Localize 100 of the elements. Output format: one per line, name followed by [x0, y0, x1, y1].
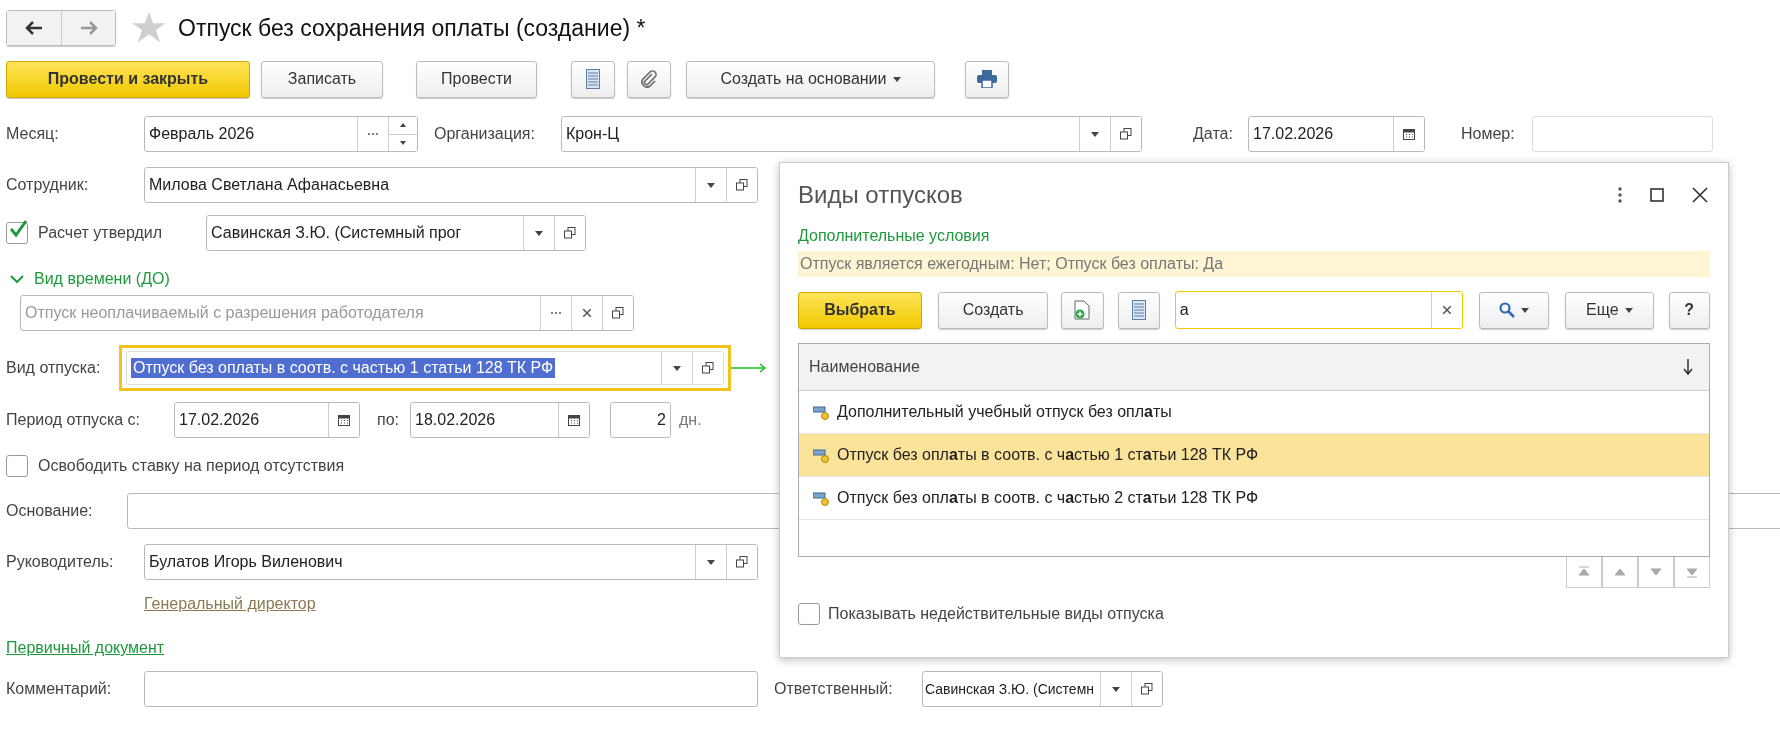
catalog-item-icon	[813, 490, 829, 506]
calendar-button[interactable]	[328, 403, 359, 437]
back-button[interactable]	[7, 11, 61, 45]
scroll-button[interactable]	[1674, 557, 1710, 588]
list-button[interactable]	[1117, 291, 1160, 329]
open-button[interactable]	[726, 545, 757, 579]
caret-icon	[1112, 686, 1120, 692]
placeholder-text: Отпуск неоплачиваемый с разрешения работодателя	[24, 303, 425, 323]
triangle-icon	[1578, 566, 1590, 578]
position-link[interactable]: Генеральный директор	[144, 595, 316, 613]
help-button[interactable]: ?	[1668, 291, 1710, 329]
arrow-left-icon	[25, 21, 43, 35]
search-field[interactable]: а	[1174, 291, 1463, 329]
caret-icon	[400, 140, 406, 145]
open-button[interactable]	[602, 296, 633, 330]
calendar-icon	[1403, 128, 1415, 140]
create-based-on-button[interactable]: Создать на основании	[686, 60, 935, 98]
close-icon	[583, 309, 591, 317]
calendar-button[interactable]	[558, 403, 589, 437]
month-field[interactable]: Февраль 2026	[144, 116, 418, 152]
arrow-icon	[731, 363, 767, 373]
post-and-close-button[interactable]: Провести и закрыть	[6, 60, 250, 98]
start-date-field[interactable]: 17.02.2026	[174, 402, 360, 438]
calendar-icon	[568, 414, 580, 426]
approved-by-field[interactable]: Савинская З.Ю. (Системный прог	[206, 215, 586, 251]
maximize-icon[interactable]	[1650, 188, 1664, 202]
field-value: 17.02.2026	[178, 410, 261, 430]
organization-field[interactable]: Крон-Ц	[561, 116, 1142, 152]
calendar-button[interactable]	[1393, 117, 1424, 151]
caret-icon	[673, 365, 681, 371]
end-date-field[interactable]: 18.02.2026	[410, 402, 590, 438]
field-value: 18.02.2026	[414, 410, 497, 430]
group-toggle[interactable]: Вид времени (ДО)	[6, 267, 170, 291]
comment-field[interactable]	[144, 671, 758, 707]
clear-button[interactable]	[1430, 292, 1462, 328]
toolbar-button[interactable]: Провести	[416, 60, 537, 98]
open-button[interactable]	[726, 168, 757, 202]
field-label: Организация:	[434, 125, 536, 143]
select-button[interactable]: Выбрать	[798, 291, 922, 329]
conditions-banner: Отпуск является ежегодным: Нет; Отпуск без оплаты: Да	[798, 251, 1710, 277]
open-button[interactable]	[1131, 672, 1162, 706]
list-icon	[586, 69, 600, 89]
days-field[interactable]: 2	[610, 402, 671, 438]
close-icon[interactable]	[1692, 187, 1708, 203]
field-value: Булатов Игорь Виленович	[148, 552, 344, 572]
field-value: Савинская З.Ю. (Системн	[924, 680, 1095, 699]
caret-icon	[707, 559, 715, 565]
star-icon[interactable]	[132, 12, 166, 44]
create-button[interactable]: Создать	[937, 291, 1049, 329]
field-label: Дата:	[1193, 125, 1234, 143]
sort-arrow-icon[interactable]	[1683, 359, 1693, 375]
table-cell: Дополнительный учебный отпуск без оплаты	[837, 403, 1172, 421]
field-value: Милова Светлана Афанасьевна	[148, 175, 391, 195]
printer-icon	[977, 70, 997, 88]
table-row[interactable]: Отпуск без оплаты в соотв. с частью 2 статьи 128 ТК РФ	[799, 477, 1709, 520]
checkbox[interactable]	[798, 603, 820, 625]
search-button[interactable]	[1478, 291, 1550, 329]
field-label: Руководитель:	[6, 553, 115, 571]
list-icon	[1131, 300, 1146, 320]
open-button[interactable]	[554, 216, 585, 250]
checkbox-label: Освободить ставку на период отсутствия	[38, 457, 345, 475]
column-header[interactable]: Наименование	[809, 358, 920, 376]
scroll-button[interactable]	[1602, 557, 1638, 588]
arrow-right-icon	[79, 21, 98, 35]
employee-field[interactable]: Милова Светлана Афанасьевна	[144, 167, 758, 203]
attach-button[interactable]	[627, 60, 671, 98]
checkbox[interactable]	[6, 222, 28, 244]
kebab-menu-icon[interactable]	[1618, 187, 1622, 203]
close-icon	[1442, 306, 1451, 314]
more-button[interactable]: Еще	[1565, 291, 1654, 329]
table-cell: Отпуск без оплаты в соотв. с частью 1 статьи 128 ТК РФ	[837, 446, 1259, 464]
number-field[interactable]	[1532, 116, 1713, 152]
paperclip-icon	[640, 70, 658, 88]
responsible-field[interactable]: Савинская З.Ю. (Системн	[922, 671, 1163, 707]
toolbar-button[interactable]: Записать	[261, 60, 383, 98]
scroll-button[interactable]	[1638, 557, 1674, 588]
date-field[interactable]: 17.02.2026	[1248, 116, 1425, 152]
open-window-icon	[1120, 128, 1132, 140]
triangle-icon	[1650, 566, 1662, 578]
copy-button[interactable]	[1061, 291, 1104, 329]
new-document-icon	[1073, 300, 1092, 320]
open-button[interactable]	[1110, 117, 1141, 151]
open-button[interactable]	[692, 352, 723, 384]
checkbox[interactable]	[6, 455, 28, 477]
open-window-icon	[612, 307, 624, 319]
scroll-button[interactable]	[1566, 557, 1602, 588]
manager-field[interactable]: Булатов Игорь Виленович	[144, 544, 758, 580]
checkbox-label: Показывать недействительные виды отпуска	[828, 605, 1164, 623]
field-label: Месяц:	[6, 125, 60, 143]
list-button[interactable]	[571, 60, 615, 98]
field-value: Февраль 2026	[148, 124, 256, 144]
conditions-link[interactable]: Дополнительные условия	[798, 227, 990, 245]
table-row[interactable]: Отпуск без оплаты в соотв. с частью 1 статьи 128 ТК РФ	[799, 434, 1709, 477]
print-button[interactable]	[965, 60, 1009, 98]
primary-document-link[interactable]: Первичный документ	[6, 639, 165, 657]
field-label: Вид отпуска:	[6, 359, 102, 377]
open-window-icon	[564, 227, 576, 239]
open-window-icon	[1141, 683, 1153, 695]
leave-kind-field[interactable]: Отпуск без оплаты в соотв. с частью 1 статьи 128 ТК РФ	[126, 351, 724, 385]
open-window-icon	[736, 556, 748, 568]
